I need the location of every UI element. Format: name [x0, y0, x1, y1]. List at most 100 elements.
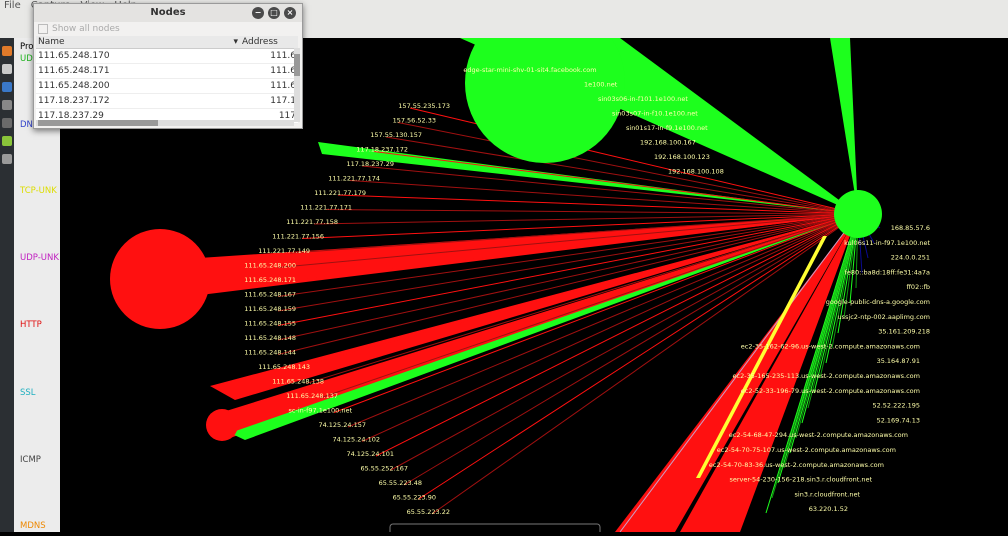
legend-item-ssl: SSL [20, 388, 36, 398]
row-name: 111.65.248.170 [36, 48, 240, 64]
col-name-label: Name [38, 37, 65, 47]
legend-item-mdns: MDNS [20, 521, 46, 531]
node-label: ec2-52-33-196-79.us-west-2.compute.amazo… [741, 387, 920, 395]
node-label: ec2-54-70-75-107.us-west-2.compute.amazo… [717, 446, 896, 454]
row-address: 111.6 [240, 78, 298, 94]
node-label: ec2-35-162-62-96.us-west-2.compute.amazo… [741, 342, 920, 350]
node-label: 117.18.237.29 [346, 160, 394, 168]
menu-file[interactable]: File [4, 0, 21, 11]
node-label: 52.169.74.13 [877, 416, 920, 424]
node-label: ec2-54-68-47-294.us-west-2.compute.amazo… [729, 431, 908, 439]
show-all-checkbox[interactable]: Show all nodes [34, 22, 302, 36]
node-label: 65.55.223.48 [379, 479, 422, 487]
minimize-icon[interactable]: − [252, 7, 264, 19]
node-label: edge-star-mini-shv-01-sit4.facebook.com [463, 66, 596, 74]
app-icon[interactable] [2, 100, 12, 110]
flow-wedge [830, 38, 858, 214]
app-icon[interactable] [2, 118, 12, 128]
legend-item-http: HTTP [20, 320, 42, 330]
node-label: 111.221.77.171 [300, 204, 352, 212]
scroll-thumb[interactable] [294, 54, 300, 76]
legend-item-udp-unk: UDP-UNK [20, 253, 59, 263]
table-row[interactable]: 111.65.248.171 111.6 [36, 63, 298, 79]
app-launcher [0, 38, 14, 532]
node-circle [110, 229, 210, 329]
window-title: Nodes [150, 7, 186, 18]
node-label: 157.55.235.173 [398, 102, 450, 110]
node-label: 111.65.248.200 [244, 262, 296, 270]
node-label: google-public-dns-a.google.com [826, 298, 930, 306]
app-icon[interactable] [2, 82, 12, 92]
tooltip-box [389, 523, 601, 536]
window-titlebar[interactable]: Nodes − □ × [34, 4, 302, 22]
node-label: 111.65.248.171 [244, 276, 296, 284]
legend-item-icmp: ICMP [20, 455, 41, 465]
app-icon[interactable] [2, 46, 12, 56]
node-label: 111.65.248.143 [258, 363, 310, 371]
app-icon[interactable] [2, 136, 12, 146]
node-label: 65.55.252.167 [360, 465, 408, 473]
node-label: 35.161.209.218 [878, 328, 930, 336]
node-label: 111.65.248.155 [244, 320, 296, 328]
node-label: 111.221.77.174 [328, 175, 380, 183]
flow-edge [325, 209, 859, 215]
row-name: 111.65.248.171 [36, 63, 240, 79]
node-label: 224.0.0.251 [891, 254, 930, 262]
maximize-icon[interactable]: □ [268, 7, 280, 19]
node-label: ec2-54-70-83-36.us-west-2.compute.amazon… [709, 461, 884, 469]
column-header-name[interactable]: Name ▾ [36, 36, 240, 49]
node-label: kul06s11-in-f97.1e100.net [844, 239, 930, 247]
row-address: 117.1 [240, 93, 298, 109]
node-label: 192.168.100.108 [668, 168, 724, 176]
node-label: 111.65.248.148 [244, 334, 296, 342]
node-label: 157.55.130.157 [370, 131, 422, 139]
node-label: 65.55.223.90 [393, 494, 436, 502]
node-label: 168.85.57.6 [891, 224, 930, 232]
node-label: 111.65.248.159 [244, 305, 296, 313]
node-label: server-54-230-156-218.sin3.r.cloudfront.… [729, 476, 872, 484]
node-label: sin03s06-in-f101.1e100.net [598, 95, 688, 103]
hub-node [834, 190, 882, 238]
close-icon[interactable]: × [284, 7, 296, 19]
node-label: 111.221.77.158 [286, 218, 338, 226]
column-header-address[interactable]: Address [240, 36, 298, 49]
checkbox-box[interactable] [38, 23, 48, 34]
node-label: 192.168.100.167 [640, 139, 696, 147]
node-label: 111.221.77.149 [258, 247, 310, 255]
row-name: 111.65.248.200 [36, 78, 240, 94]
node-label: sc-in-f97.1e100.net [289, 407, 353, 415]
node-label: 74.125.24.101 [346, 450, 394, 458]
app-icon[interactable] [2, 64, 12, 74]
node-circle [206, 409, 238, 441]
node-label: fe80::ba8d:18ff:fe31:4a7a [845, 268, 930, 276]
node-label: sin03s07-in-f10.1e100.net [612, 110, 698, 118]
row-name: 117.18.237.172 [36, 93, 240, 109]
node-label: 192.168.100.123 [654, 153, 710, 161]
node-label: 157.56.52.33 [393, 117, 436, 125]
table-row[interactable]: 111.65.248.200 111.6 [36, 78, 298, 94]
node-label: ec2-35-165-235-113.us-west-2.compute.ama… [733, 372, 920, 380]
node-label: 74.125.24.157 [318, 421, 366, 429]
node-label: 63.220.1.52 [809, 505, 848, 513]
scroll-thumb[interactable] [38, 120, 158, 126]
node-label: 111.65.248.138 [272, 378, 324, 386]
node-label: sin01s17-in-f9.1e100.net [626, 124, 708, 132]
node-label: 74.125.24.102 [332, 436, 380, 444]
sort-arrow-icon: ▾ [233, 37, 238, 47]
node-label: 111.65.248.144 [244, 349, 296, 357]
node-label: 65.55.223.22 [407, 508, 450, 516]
app-icon[interactable] [2, 154, 12, 164]
node-label: 117.18.237.172 [356, 146, 408, 154]
nodes-window[interactable]: Nodes − □ × Show all nodes Name ▾ Address… [33, 3, 303, 129]
flow-edge [277, 213, 859, 341]
node-label: 111.221.77.179 [314, 189, 366, 197]
node-label: sin3.r.cloudfront.net [795, 490, 861, 498]
table-row[interactable]: 117.18.237.172 117.1 [36, 93, 298, 109]
node-label: 35.164.87.91 [877, 357, 920, 365]
node-label: 111.65.248.137 [286, 392, 338, 400]
node-label: ussjc2-ntp-002.aaplimg.com [838, 313, 930, 321]
horizontal-scrollbar[interactable] [36, 120, 294, 126]
table-row[interactable]: 111.65.248.170 111.6 [36, 48, 298, 64]
vertical-scrollbar[interactable] [294, 48, 300, 122]
legend-header: Pro [20, 42, 34, 52]
